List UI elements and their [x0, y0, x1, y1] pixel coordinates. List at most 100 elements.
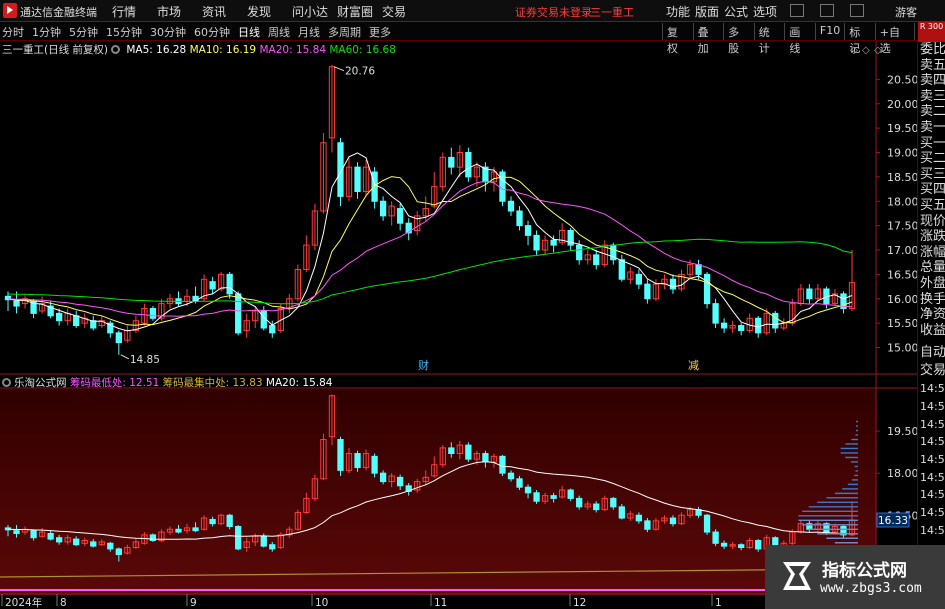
- period-tab-3[interactable]: 15分钟: [106, 24, 142, 40]
- main-ytick-label: 17.00: [887, 244, 917, 257]
- sub-candle-body: [465, 444, 472, 460]
- ma5-line: [7, 152, 853, 332]
- sub-candle-body: [30, 530, 37, 539]
- maximize-icon[interactable]: [850, 4, 864, 17]
- sub-candle-body: [618, 506, 625, 519]
- main-candle-body: [371, 171, 378, 202]
- side-tab-r[interactable]: R 300: [918, 22, 945, 42]
- main-ytick-label: 15.00: [887, 342, 917, 355]
- menu-item-2[interactable]: 资讯: [202, 3, 247, 20]
- period-tab-4[interactable]: 30分钟: [150, 24, 186, 40]
- main-candle-body: [354, 166, 361, 192]
- tool-button-5[interactable]: F10: [814, 23, 844, 40]
- main-ytick-label: 16.50: [887, 268, 917, 281]
- main-candle-body: [806, 288, 813, 300]
- main-candle-body: [73, 315, 80, 327]
- sub-candle-body: [576, 497, 583, 508]
- menu-item-3[interactable]: 发现: [247, 3, 292, 20]
- kline-chart[interactable]: 20.50 20.00 19.50 19.00 18.50 18.00 17.50 17.00…: [0, 41, 917, 609]
- watermark-title: 指标公式网: [822, 561, 907, 581]
- sub-candle-body: [269, 544, 276, 550]
- legend-ma10: MA10: 16.19: [189, 44, 257, 56]
- quote-label-9: 买四: [920, 182, 945, 198]
- sub-candle-body: [703, 514, 711, 533]
- menu-item-6[interactable]: 交易: [382, 3, 427, 20]
- period-tab-5[interactable]: 60分钟: [194, 24, 230, 40]
- tool-button-1[interactable]: 叠加: [692, 23, 724, 55]
- main-candle-body: [507, 200, 515, 212]
- date-tick-label: 9: [190, 597, 197, 609]
- sub-item-1[interactable]: 交易: [918, 362, 945, 380]
- reduce-marker: 减: [688, 359, 699, 372]
- tool-button-7[interactable]: +自选: [874, 23, 915, 55]
- menu-item-0[interactable]: 行情: [112, 3, 157, 20]
- main-candle-body: [772, 312, 779, 329]
- login-status[interactable]: 证券交易未登录: [515, 4, 592, 20]
- sub-candle-body: [192, 527, 199, 532]
- minimize-icon[interactable]: [820, 4, 834, 17]
- period-tab-2[interactable]: 5分钟: [69, 24, 98, 40]
- period-tab-1[interactable]: 1分钟: [32, 24, 61, 40]
- main-candle-body: [712, 303, 719, 324]
- date-tick-label: 8: [60, 597, 67, 609]
- sub-candle-body: [738, 544, 745, 549]
- main-legend: 三一重工(日线 前复权) MA5: 16.28 MA10: 16.19 MA20…: [2, 42, 396, 57]
- right-menu-item-0[interactable]: 功能: [666, 3, 695, 20]
- right-menu-item-2[interactable]: 公式: [724, 3, 753, 20]
- gear-icon[interactable]: [111, 45, 121, 54]
- quote-label-15: 外盘: [920, 275, 945, 291]
- tick-time-5: 14:56: [920, 470, 945, 484]
- quote-label-13: 涨幅: [920, 244, 945, 260]
- period-tab-7[interactable]: 周线: [268, 24, 290, 40]
- tool-button-0[interactable]: 复权: [662, 23, 693, 55]
- sub-candle-body: [516, 478, 523, 488]
- sub-legend-mid: 筹码最集中处: 13.83: [162, 377, 263, 389]
- main-ytick-label: 17.50: [887, 220, 917, 233]
- sub-item-0[interactable]: 自动: [918, 344, 945, 362]
- period-tab-6[interactable]: 日线: [238, 24, 260, 40]
- tool-button-3[interactable]: 统计: [753, 23, 785, 55]
- menu-bar: 通达信金融终端 行情 市场 资讯 发现 问小达 财富圈 交易 证券交易未登录 三一重工 功能…: [0, 0, 945, 22]
- right-menu-item-1[interactable]: 版面: [695, 3, 724, 20]
- tool-button-6[interactable]: 标记: [844, 23, 875, 55]
- period-tab-9[interactable]: 多周期: [328, 24, 361, 40]
- menu-item-1[interactable]: 市场: [157, 3, 202, 20]
- main-candle-body: [550, 239, 557, 246]
- quote-label-8: 买三: [920, 166, 945, 182]
- menu-item-4[interactable]: 问小达: [292, 3, 337, 20]
- main-candle-body: [115, 332, 122, 344]
- tool-button-2[interactable]: 多股: [723, 23, 754, 55]
- quote-label-10: 买五: [920, 197, 945, 213]
- legend-ma5: MA5: 16.28: [126, 44, 187, 56]
- period-tab-10[interactable]: 更多: [369, 24, 391, 40]
- main-candle-body: [149, 308, 157, 319]
- sub-legend: 乐淘公式网 筹码最低处: 12.51 筹码最集中处: 13.83 MA20: 1…: [2, 375, 332, 390]
- quote-label-1: 卖五: [920, 57, 945, 73]
- right-menu-item-3[interactable]: 选项: [753, 3, 782, 20]
- finance-marker: 财: [418, 358, 429, 372]
- app-title: 通达信金融终端: [20, 6, 97, 19]
- main-candle-body: [720, 322, 728, 329]
- period-toolbar: 分时 1分钟 5分钟 15分钟 30分钟 60分钟 日线 周线 月线 多周期 更多 复权 叠加 多股 统计…: [0, 22, 945, 55]
- tool-button-4[interactable]: 画线: [784, 23, 815, 55]
- main-candle-body: [226, 273, 233, 295]
- period-tab-8[interactable]: 月线: [298, 24, 320, 40]
- guest-user[interactable]: 游客: [895, 4, 917, 20]
- menu-item-5[interactable]: 财富圈: [337, 3, 382, 20]
- main-candle-body: [533, 234, 540, 251]
- sub-candle-body: [448, 447, 455, 455]
- sub-candle-body: [567, 489, 574, 499]
- quote-label-6: 买一: [920, 135, 945, 151]
- date-tick-label: 2024年: [5, 596, 42, 609]
- main-ytick-label: 16.00: [887, 293, 917, 306]
- tick-time-8: 14:56: [920, 523, 945, 537]
- message-icon[interactable]: [790, 4, 804, 17]
- main-candle-body: [90, 320, 97, 329]
- sub-candle-body: [550, 495, 557, 499]
- main-candle-body: [448, 156, 455, 168]
- quote-label-11: 现价: [920, 213, 945, 229]
- sub-candle-body: [235, 525, 242, 550]
- gear-icon[interactable]: [2, 378, 11, 387]
- period-tab-0[interactable]: 分时: [2, 24, 24, 40]
- zoom-in-icon: ◇: [850, 45, 858, 56]
